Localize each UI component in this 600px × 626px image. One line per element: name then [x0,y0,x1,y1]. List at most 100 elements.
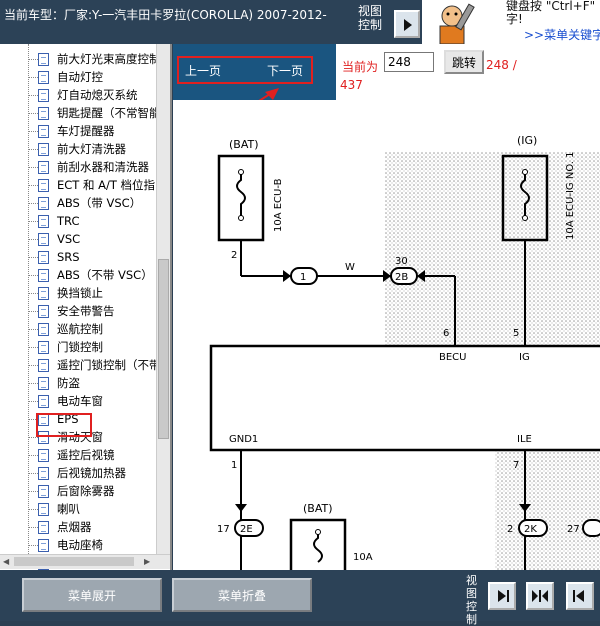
sidebar-item[interactable]: 自动灯控 [28,68,103,86]
svg-text:2: 2 [507,524,513,535]
sidebar-item-label: 遥控后视镜 [57,448,115,462]
document-icon [38,178,49,192]
scroll-thumb[interactable] [158,259,169,439]
svg-text:6: 6 [443,328,449,339]
sidebar-item[interactable]: 电动车窗 [28,392,103,410]
next-page-link[interactable]: 下一页 [267,62,303,79]
sidebar-item[interactable]: 后窗除雾器 [28,482,115,500]
fit-width-icon [532,590,548,602]
sidebar-item[interactable]: 遥控后视镜 [28,446,115,464]
document-icon [38,232,49,246]
sidebar-item[interactable]: ECT 和 A/T 档位指 [28,176,155,194]
sidebar-item[interactable]: 前刮水器和清洗器 [28,158,149,176]
sidebar-horizontal-scrollbar[interactable]: ◀ ▶ [0,554,170,569]
sidebar-item[interactable]: 喇叭 [28,500,80,518]
sidebar-item[interactable]: 安全带警告 [28,302,115,320]
current-page-label: 当前为 [342,60,379,74]
svg-text:17: 17 [217,524,230,535]
document-icon [38,340,49,354]
sidebar-item-label: TRC [57,214,80,228]
sidebar-item[interactable]: 换挡锁止 [28,284,103,302]
sidebar-item-label: 喇叭 [57,502,80,516]
sidebar-item-label: 车灯提醒器 [57,124,115,138]
sidebar-item-label: 后视镜加热器 [57,466,126,480]
ig-label-top: (IG) [517,134,537,147]
sidebar-item-label: 自动灯控 [57,70,103,84]
sidebar-item[interactable]: SRS [28,248,80,266]
svg-text:2: 2 [231,250,237,261]
ecu-block [209,344,600,452]
document-icon [38,448,49,462]
sidebar-item[interactable]: 防盗 [28,374,80,392]
sidebar-item[interactable]: 电动座椅 [28,536,103,554]
menu-expand-button[interactable]: 菜单展开 [22,578,162,612]
view-next-button[interactable] [394,10,420,38]
helper-panel: 键盘按 "Ctrl+F" 字! >>菜单关键字 [422,0,600,44]
sidebar-tree: 前大灯光束高度控制 自动灯控灯自动熄灭系统 钥匙提醒（不常智能车灯提醒器前大灯清洗器… [0,44,172,570]
document-icon [38,88,49,102]
sidebar-item-label: 前大灯光束高度控制 [57,52,161,66]
sidebar-item[interactable]: 钥匙提醒（不常智能 [28,104,161,122]
back-bar-icon [573,590,584,602]
sidebar-item[interactable]: 前大灯光束高度控制 [28,50,161,68]
view-back-button[interactable] [566,582,594,610]
sidebar-item-label: 前大灯清洗器 [57,142,126,156]
jump-button[interactable]: 跳转 [444,50,484,74]
sidebar-item[interactable]: 巡航控制 [28,320,103,338]
document-icon [38,106,49,120]
sidebar-item[interactable]: ABS（带 VSC） [28,194,141,212]
sidebar-item[interactable]: 遥控门锁控制（不带 [28,356,161,374]
scroll-left-icon[interactable]: ◀ [3,557,9,566]
prev-page-link[interactable]: 上一页 [185,62,221,79]
sidebar-item[interactable]: 后视镜加热器 [28,464,126,482]
sidebar-item[interactable]: 点烟器 [28,518,92,536]
sidebar-item-label: ECT 和 A/T 档位指 [57,178,156,192]
helper-text: 键盘按 "Ctrl+F" 字! [506,0,596,26]
menu-keyword-link[interactable]: >>菜单关键字 [524,26,600,43]
sidebar-item-label: 门锁控制 [57,340,103,354]
fuse-1-label: 10A ECU-B [273,178,284,232]
svg-text:2E: 2E [240,524,253,535]
document-icon [38,214,49,228]
document-icon [38,196,49,210]
sidebar-item[interactable]: TRC [28,212,79,230]
menu-collapse-button[interactable]: 菜单折叠 [172,578,312,612]
sidebar-item-label: 防盗 [57,376,80,390]
svg-text:5: 5 [513,328,519,339]
view-fit-button[interactable] [526,582,554,610]
sidebar-item-label: 安全带警告 [57,304,115,318]
document-icon [38,376,49,390]
sidebar-item[interactable]: 灯自动熄灭系统 [28,86,138,104]
svg-text:2B: 2B [395,272,408,283]
svg-text:W: W [345,262,355,273]
wiring-diagram-svg: (BAT) 10A ECU-B (IG) 10A ECU-IG NO. 1 2 … [209,134,600,570]
document-icon [38,52,49,66]
view-play-button[interactable] [488,582,516,610]
document-icon [38,124,49,138]
page-number-input[interactable] [384,52,434,72]
sidebar-item[interactable]: 车灯提醒器 [28,122,115,140]
sidebar-item-label: 巡航控制 [57,322,103,336]
sidebar-item-label: 后窗除雾器 [57,484,115,498]
svg-text:BECU: BECU [439,352,466,363]
svg-text:ILE: ILE [517,434,532,445]
sidebar-item[interactable]: ABS（不带 VSC） [28,266,153,284]
document-icon [38,538,49,552]
svg-text:27: 27 [567,524,580,535]
sidebar-vertical-scrollbar[interactable] [156,44,170,554]
sidebar-item[interactable]: 门锁控制 [28,338,103,356]
document-icon [38,286,49,300]
page-jump-area: 当前为 跳转 248 / 437 [336,44,600,100]
sidebar-item[interactable]: VSC [28,230,80,248]
current-model-text: 当前车型：厂家:Y-一汽丰田卡罗拉(COROLLA) 2007-2012- [4,8,327,22]
fuse-box-1 [217,154,265,242]
document-icon [38,394,49,408]
hscroll-thumb[interactable] [14,557,134,566]
scroll-right-icon[interactable]: ▶ [144,557,150,566]
document-icon [38,484,49,498]
play-icon [404,19,412,31]
sidebar-item[interactable]: 前大灯清洗器 [28,140,126,158]
page-total: 437 [340,78,363,92]
page-count: 248 / [486,58,517,72]
document-icon [38,520,49,534]
